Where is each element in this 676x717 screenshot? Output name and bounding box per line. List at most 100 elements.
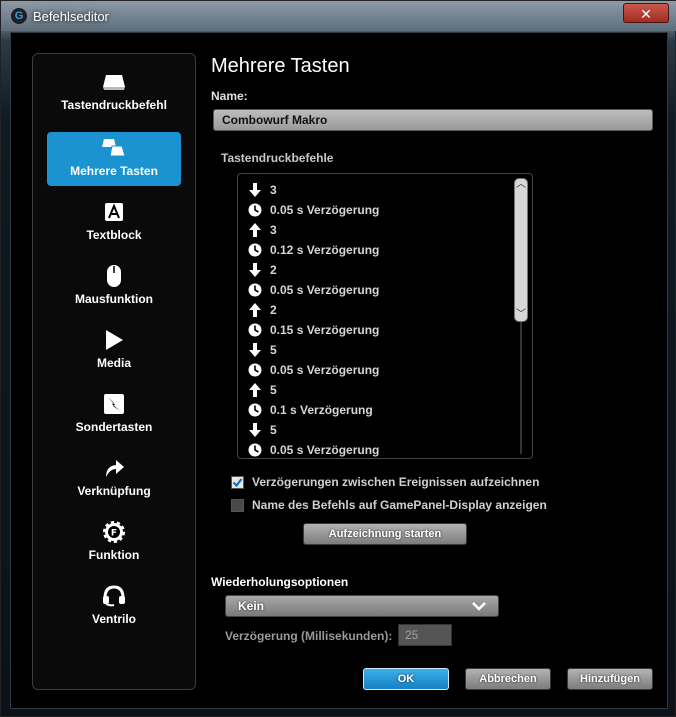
- gamepanel-checkbox[interactable]: [231, 498, 244, 512]
- list-item-text: 5: [270, 423, 277, 437]
- list-item-text: 5: [270, 383, 277, 397]
- function-gear-icon: F: [47, 520, 181, 544]
- shortcut-arrow-icon: [47, 456, 181, 480]
- list-item[interactable]: 5: [248, 380, 277, 400]
- list-item[interactable]: 5: [248, 420, 277, 440]
- keystroke-list-label: Tastendruckbefehle: [221, 151, 334, 165]
- list-item[interactable]: 0.12 s Verzögerung: [248, 240, 379, 260]
- chevron-down-icon: [472, 602, 486, 611]
- title-bar[interactable]: G Befehlseditor ✕: [1, 1, 676, 31]
- list-item[interactable]: 0.05 s Verzögerung: [248, 280, 379, 300]
- list-item-text: 2: [270, 303, 277, 317]
- command-type-sidebar: Tastendruckbefehl Mehrere Tasten Textblo…: [32, 53, 196, 690]
- list-scrollbar-thumb[interactable]: ︿ ﹀: [514, 178, 528, 322]
- sidebar-item-label: Sondertasten: [75, 420, 153, 434]
- key-down-arrow-icon: [248, 183, 262, 197]
- headset-icon: [47, 584, 181, 608]
- sidebar-item-label: Textblock: [86, 228, 142, 242]
- window-title: Befehlseditor: [33, 9, 109, 24]
- list-item-text: 3: [270, 183, 277, 197]
- sidebar-item-label: Mehrere Tasten: [70, 164, 158, 178]
- clock-icon: [248, 323, 262, 337]
- dialog-client-area: Tastendruckbefehl Mehrere Tasten Textblo…: [10, 32, 668, 709]
- key-down-arrow-icon: [248, 263, 262, 277]
- name-label: Name:: [211, 89, 248, 103]
- list-item-text: 5: [270, 343, 277, 357]
- sidebar-item-verknuepfung[interactable]: Verknüpfung: [47, 452, 181, 506]
- list-item-text: 0.05 s Verzögerung: [270, 443, 380, 457]
- ok-button[interactable]: OK: [363, 668, 449, 690]
- gamepanel-label: Name des Befehls auf GamePanel-Display a…: [252, 498, 547, 512]
- list-item[interactable]: 0.05 s Verzögerung: [248, 360, 379, 380]
- sidebar-item-label: Mausfunktion: [75, 292, 153, 306]
- sidebar-item-media[interactable]: Media: [47, 324, 181, 378]
- list-item-text: 0.1 s Verzögerung: [270, 403, 373, 417]
- sidebar-item-label: Tastendruckbefehl: [61, 98, 167, 112]
- key-up-arrow-icon: [248, 383, 262, 397]
- repeat-select[interactable]: Kein: [225, 595, 499, 617]
- key-up-arrow-icon: [248, 303, 262, 317]
- list-item-text: 0.05 s Verzögerung: [270, 283, 380, 297]
- record-delays-option[interactable]: Verzögerungen zwischen Ereignissen aufze…: [231, 475, 539, 489]
- list-item-text: 0.15 s Verzögerung: [270, 323, 380, 337]
- list-item-text: 0.05 s Verzögerung: [270, 363, 380, 377]
- mouse-icon: [47, 264, 181, 288]
- close-button[interactable]: ✕: [623, 3, 669, 23]
- sidebar-item-mehrere-tasten[interactable]: Mehrere Tasten: [47, 132, 181, 186]
- clock-icon: [248, 203, 262, 217]
- list-item[interactable]: 2: [248, 260, 277, 280]
- list-item[interactable]: 3: [248, 180, 277, 200]
- key-down-arrow-icon: [248, 343, 262, 357]
- sidebar-item-mausfunktion[interactable]: Mausfunktion: [47, 260, 181, 314]
- svg-text:F: F: [111, 529, 117, 539]
- clock-icon: [248, 403, 262, 417]
- add-button[interactable]: Hinzufügen: [567, 668, 653, 690]
- key-up-arrow-icon: [248, 223, 262, 237]
- clock-icon: [248, 363, 262, 377]
- keystroke-list[interactable]: ︿ ﹀ 3 0.05 s Verzögerung 3 0.12 s Verzögeru…: [237, 173, 533, 459]
- key-icon: [47, 70, 181, 94]
- logitech-app-icon: G: [11, 8, 27, 24]
- start-recording-button[interactable]: Aufzeichnung starten: [303, 523, 467, 545]
- gamepanel-option[interactable]: Name des Befehls auf GamePanel-Display a…: [231, 498, 547, 512]
- cancel-button[interactable]: Abbrechen: [465, 668, 551, 690]
- list-item[interactable]: 0.05 s Verzögerung: [248, 200, 379, 220]
- sidebar-item-tastendruckbefehl[interactable]: Tastendruckbefehl: [47, 66, 181, 120]
- list-item-text: 2: [270, 263, 277, 277]
- list-item-text: 3: [270, 223, 277, 237]
- command-editor-window: G Befehlseditor ✕ Tastendruckbefehl Mehr…: [0, 0, 676, 717]
- scroll-down-icon[interactable]: ﹀: [515, 309, 527, 321]
- list-item[interactable]: 5: [248, 340, 277, 360]
- sidebar-item-label: Funktion: [88, 548, 140, 562]
- clock-icon: [248, 243, 262, 257]
- sidebar-item-funktion[interactable]: F Funktion: [47, 516, 181, 570]
- sidebar-item-label: Media: [96, 356, 131, 370]
- sidebar-item-label: Verknüpfung: [77, 484, 151, 498]
- key-down-arrow-icon: [248, 423, 262, 437]
- repeat-options-label: Wiederholungsoptionen: [211, 575, 349, 589]
- sidebar-item-textblock[interactable]: Textblock: [47, 196, 181, 250]
- list-item-text: 0.12 s Verzögerung: [270, 243, 380, 257]
- record-delays-label: Verzögerungen zwischen Ereignissen aufze…: [252, 475, 540, 489]
- record-delays-checkbox[interactable]: [231, 475, 244, 489]
- sidebar-item-ventrilo[interactable]: Ventrilo: [47, 580, 181, 634]
- multi-key-icon: [47, 136, 181, 160]
- name-input[interactable]: [213, 109, 653, 131]
- sidebar-item-sondertasten[interactable]: Sondertasten: [47, 388, 181, 442]
- delay-input[interactable]: [398, 624, 452, 646]
- text-block-icon: [47, 200, 181, 224]
- clock-icon: [248, 443, 262, 457]
- repeat-selected-value: Kein: [238, 599, 265, 613]
- sidebar-item-label: Ventrilo: [91, 612, 136, 626]
- delay-label: Verzögerung (Millisekunden):: [225, 629, 393, 643]
- list-item[interactable]: 2: [248, 300, 277, 320]
- list-scrollbar-track[interactable]: [520, 322, 522, 454]
- list-item[interactable]: 3: [248, 220, 277, 240]
- list-item[interactable]: 0.1 s Verzögerung: [248, 400, 373, 420]
- scroll-up-icon[interactable]: ︿: [515, 179, 527, 191]
- page-title: Mehrere Tasten: [211, 55, 350, 77]
- clock-icon: [248, 283, 262, 297]
- play-icon: [47, 328, 181, 352]
- list-item[interactable]: 0.05 s Verzögerung: [248, 440, 380, 458]
- list-item[interactable]: 0.15 s Verzögerung: [248, 320, 379, 340]
